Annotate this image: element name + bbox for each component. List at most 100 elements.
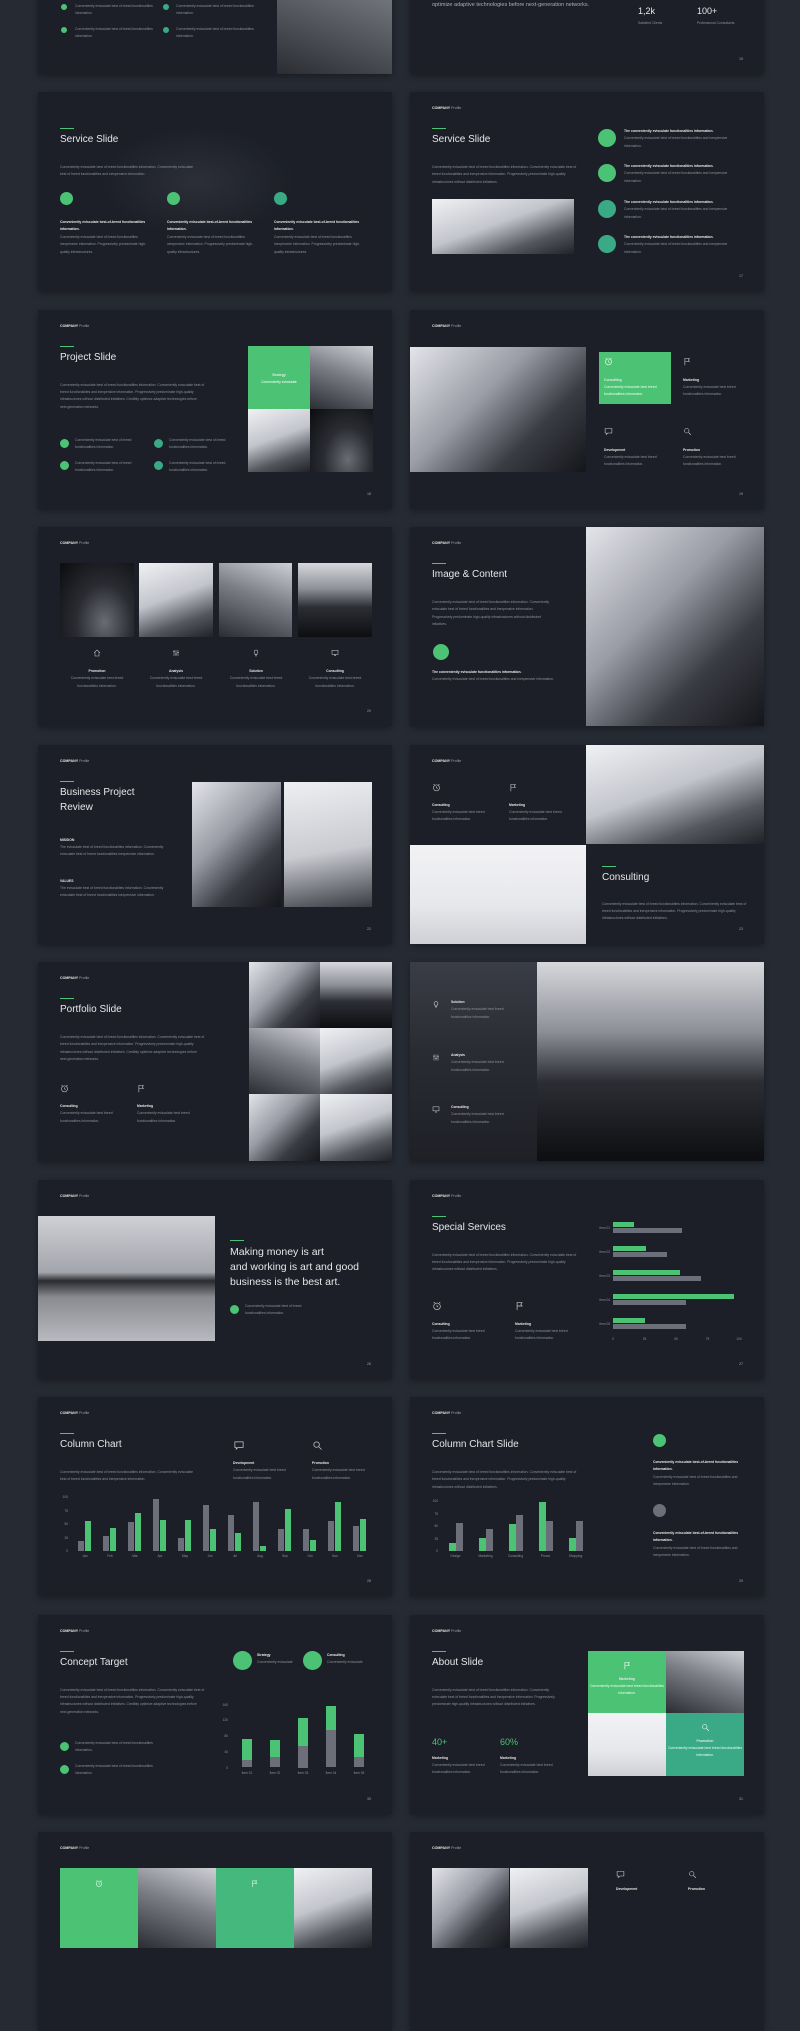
- bullet-icon: [60, 460, 69, 470]
- values-label: VALUES: [60, 878, 74, 883]
- wifi-icon: [433, 644, 449, 660]
- bar-gray: [613, 1300, 687, 1305]
- bullet-icon: [61, 3, 67, 10]
- service-heading: Conveniently evisculate best-of-breed fu…: [274, 220, 360, 232]
- bulb-icon: [432, 1000, 440, 1009]
- slide-title: Consulting: [602, 871, 650, 883]
- page-number: 19: [739, 491, 743, 496]
- slide-25[interactable]: Solution Conveniently evisculate best bre…: [410, 962, 764, 1161]
- bullet-text: Conveniently evisculate best of breed fu…: [169, 460, 226, 472]
- bar-green: [613, 1294, 734, 1299]
- bar-gray-segment: [242, 1760, 252, 1768]
- bar-gray: [613, 1276, 702, 1281]
- company-header: COMPANY Profile: [60, 541, 90, 545]
- photo: [192, 781, 281, 907]
- strategy-tile: Strategy Conveniently evisculate: [248, 345, 310, 409]
- accent-bar: [60, 998, 74, 1000]
- bullet-text: Conveniently evisculate best of breed fu…: [75, 26, 153, 38]
- mission-label: MISSION: [60, 837, 75, 842]
- slide-30[interactable]: COMPANY Profile Concept Target Convenien…: [38, 1614, 392, 1814]
- photo: [298, 563, 372, 637]
- x-tick-label: Sep: [282, 1554, 288, 1558]
- slide-31[interactable]: COMPANY Profile About Slide Conveniently…: [410, 1614, 764, 1814]
- body-text: Conveniently evisculate best of breed fu…: [602, 901, 747, 921]
- x-tick-label: Aug: [257, 1554, 263, 1558]
- x-tick-label: Design: [450, 1554, 461, 1558]
- bar-gray: [576, 1521, 583, 1551]
- gear-icon: [598, 164, 616, 182]
- bullet-icon: [154, 438, 163, 448]
- slide-18[interactable]: COMPANY Profile Project Slide Convenient…: [38, 309, 392, 509]
- slide-27[interactable]: COMPANY Profile Special Services Conveni…: [410, 1179, 764, 1379]
- page-number: 15: [739, 56, 743, 61]
- y-tick-label: 75: [64, 1508, 68, 1513]
- photo: [219, 563, 292, 637]
- y-tick-label: 120: [222, 1718, 228, 1723]
- alarm-icon: [432, 783, 441, 792]
- monitor-icon: [331, 649, 339, 657]
- photo: [248, 408, 310, 472]
- bullet-icon: [163, 3, 169, 10]
- bar-gray: [253, 1502, 259, 1551]
- bar-green: [568, 1538, 576, 1551]
- slide-33[interactable]: COMPANY Profile Development Promotion: [410, 1832, 764, 2031]
- body-text: Conveniently evisculate best of breed fu…: [432, 165, 577, 184]
- company-header: COMPANY Profile: [432, 106, 462, 110]
- slide-23[interactable]: COMPANY Profile Consulting Conveniently e…: [410, 744, 764, 944]
- x-tick-label: Nov: [332, 1554, 338, 1558]
- bar-gray: [153, 1499, 159, 1551]
- stacked-column-chart: 0 40 80 120 160 Item 01 Item 02 Item 03 Item 04 I…: [38, 1615, 392, 1814]
- bullet-text: Conveniently evisculate best of breed fu…: [245, 1303, 302, 1315]
- bar-green: [613, 1270, 680, 1275]
- x-tick-label: Jun: [207, 1554, 213, 1558]
- category-label: Item 01: [599, 1225, 610, 1230]
- photo: [294, 1868, 372, 1948]
- x-tick-label: Feb: [107, 1554, 113, 1558]
- accent-bar: [60, 780, 74, 782]
- bar-gray: [613, 1228, 683, 1233]
- inbox-icon: [432, 1105, 440, 1114]
- horizontal-bar-chart: Item 01 Item 02 Item 03 Item 04 Item 05 0 25 50…: [410, 1180, 764, 1379]
- bar-green: [448, 1542, 456, 1551]
- column-chart: 0 25 50 75 100 Design Marketing Consulting Promo…: [410, 1397, 764, 1596]
- stat-value: 60%: [500, 1736, 519, 1747]
- slide-19[interactable]: COMPANY Profile Consulting Conveniently e…: [410, 309, 764, 509]
- slide-15[interactable]: optimize adaptive technologies before ne…: [410, 0, 764, 74]
- slide-24[interactable]: COMPANY Profile Portfolio Slide Convenie…: [38, 962, 392, 1161]
- x-tick-label: Apr: [157, 1554, 163, 1558]
- slide-20[interactable]: COMPANY Profile Promotion Conveniently ev…: [38, 527, 392, 726]
- stat-label: Satisfied Clients: [638, 20, 663, 25]
- company-header: COMPANY Profile: [60, 976, 90, 980]
- bar-gray: [303, 1529, 309, 1551]
- slide-21[interactable]: COMPANY Profile Image & Content Convenie…: [410, 527, 764, 726]
- body-text: Conveniently evisculate best of breed fu…: [432, 1687, 555, 1707]
- category-label: Item 02: [599, 1249, 610, 1254]
- bar-green: [613, 1246, 646, 1251]
- slide-17[interactable]: COMPANY Profile Service Slide Convenient…: [410, 92, 764, 291]
- page-number: 28: [367, 1579, 371, 1583]
- page-number: 27: [739, 1361, 743, 1366]
- bar-green: [538, 1502, 546, 1551]
- slide-14[interactable]: Conveniently evisculate best of breed fu…: [38, 0, 392, 74]
- flag-icon: [251, 1879, 259, 1888]
- bullet-text: Conveniently evisculate best of breed fu…: [176, 26, 254, 38]
- y-tick-label: 50: [64, 1522, 68, 1526]
- company-header: COMPANY Profile: [60, 1846, 90, 1850]
- service-heading: Conveniently evisculate best-of-breed fu…: [167, 220, 253, 232]
- accent-bar: [60, 128, 74, 130]
- y-tick-label: 50: [434, 1524, 438, 1528]
- service-heading: Conveniently evisculate best-of-breed fu…: [60, 220, 146, 232]
- slide-28[interactable]: COMPANY Profile Column Chart Convenientl…: [38, 1397, 392, 1596]
- page-number: 23: [739, 926, 743, 931]
- slide-29[interactable]: COMPANY Profile Column Chart Slide Conve…: [410, 1397, 764, 1596]
- bullet-icon: [61, 26, 67, 33]
- slide-32[interactable]: COMPANY Profile: [38, 1832, 392, 2031]
- bar-gray: [613, 1324, 687, 1329]
- x-tick-label: 50: [674, 1336, 678, 1341]
- slide-16[interactable]: Service Slide Conveniently evisculate be…: [38, 92, 392, 291]
- company-header: COMPANY Profile: [60, 323, 90, 328]
- stat-value: 1,2k: [638, 5, 656, 16]
- slide-26[interactable]: COMPANY Profile Making money is art and w…: [38, 1179, 392, 1379]
- slide-22[interactable]: COMPANY Profile Business Project Review …: [38, 744, 392, 944]
- x-tick-label: Item 05: [353, 1770, 365, 1775]
